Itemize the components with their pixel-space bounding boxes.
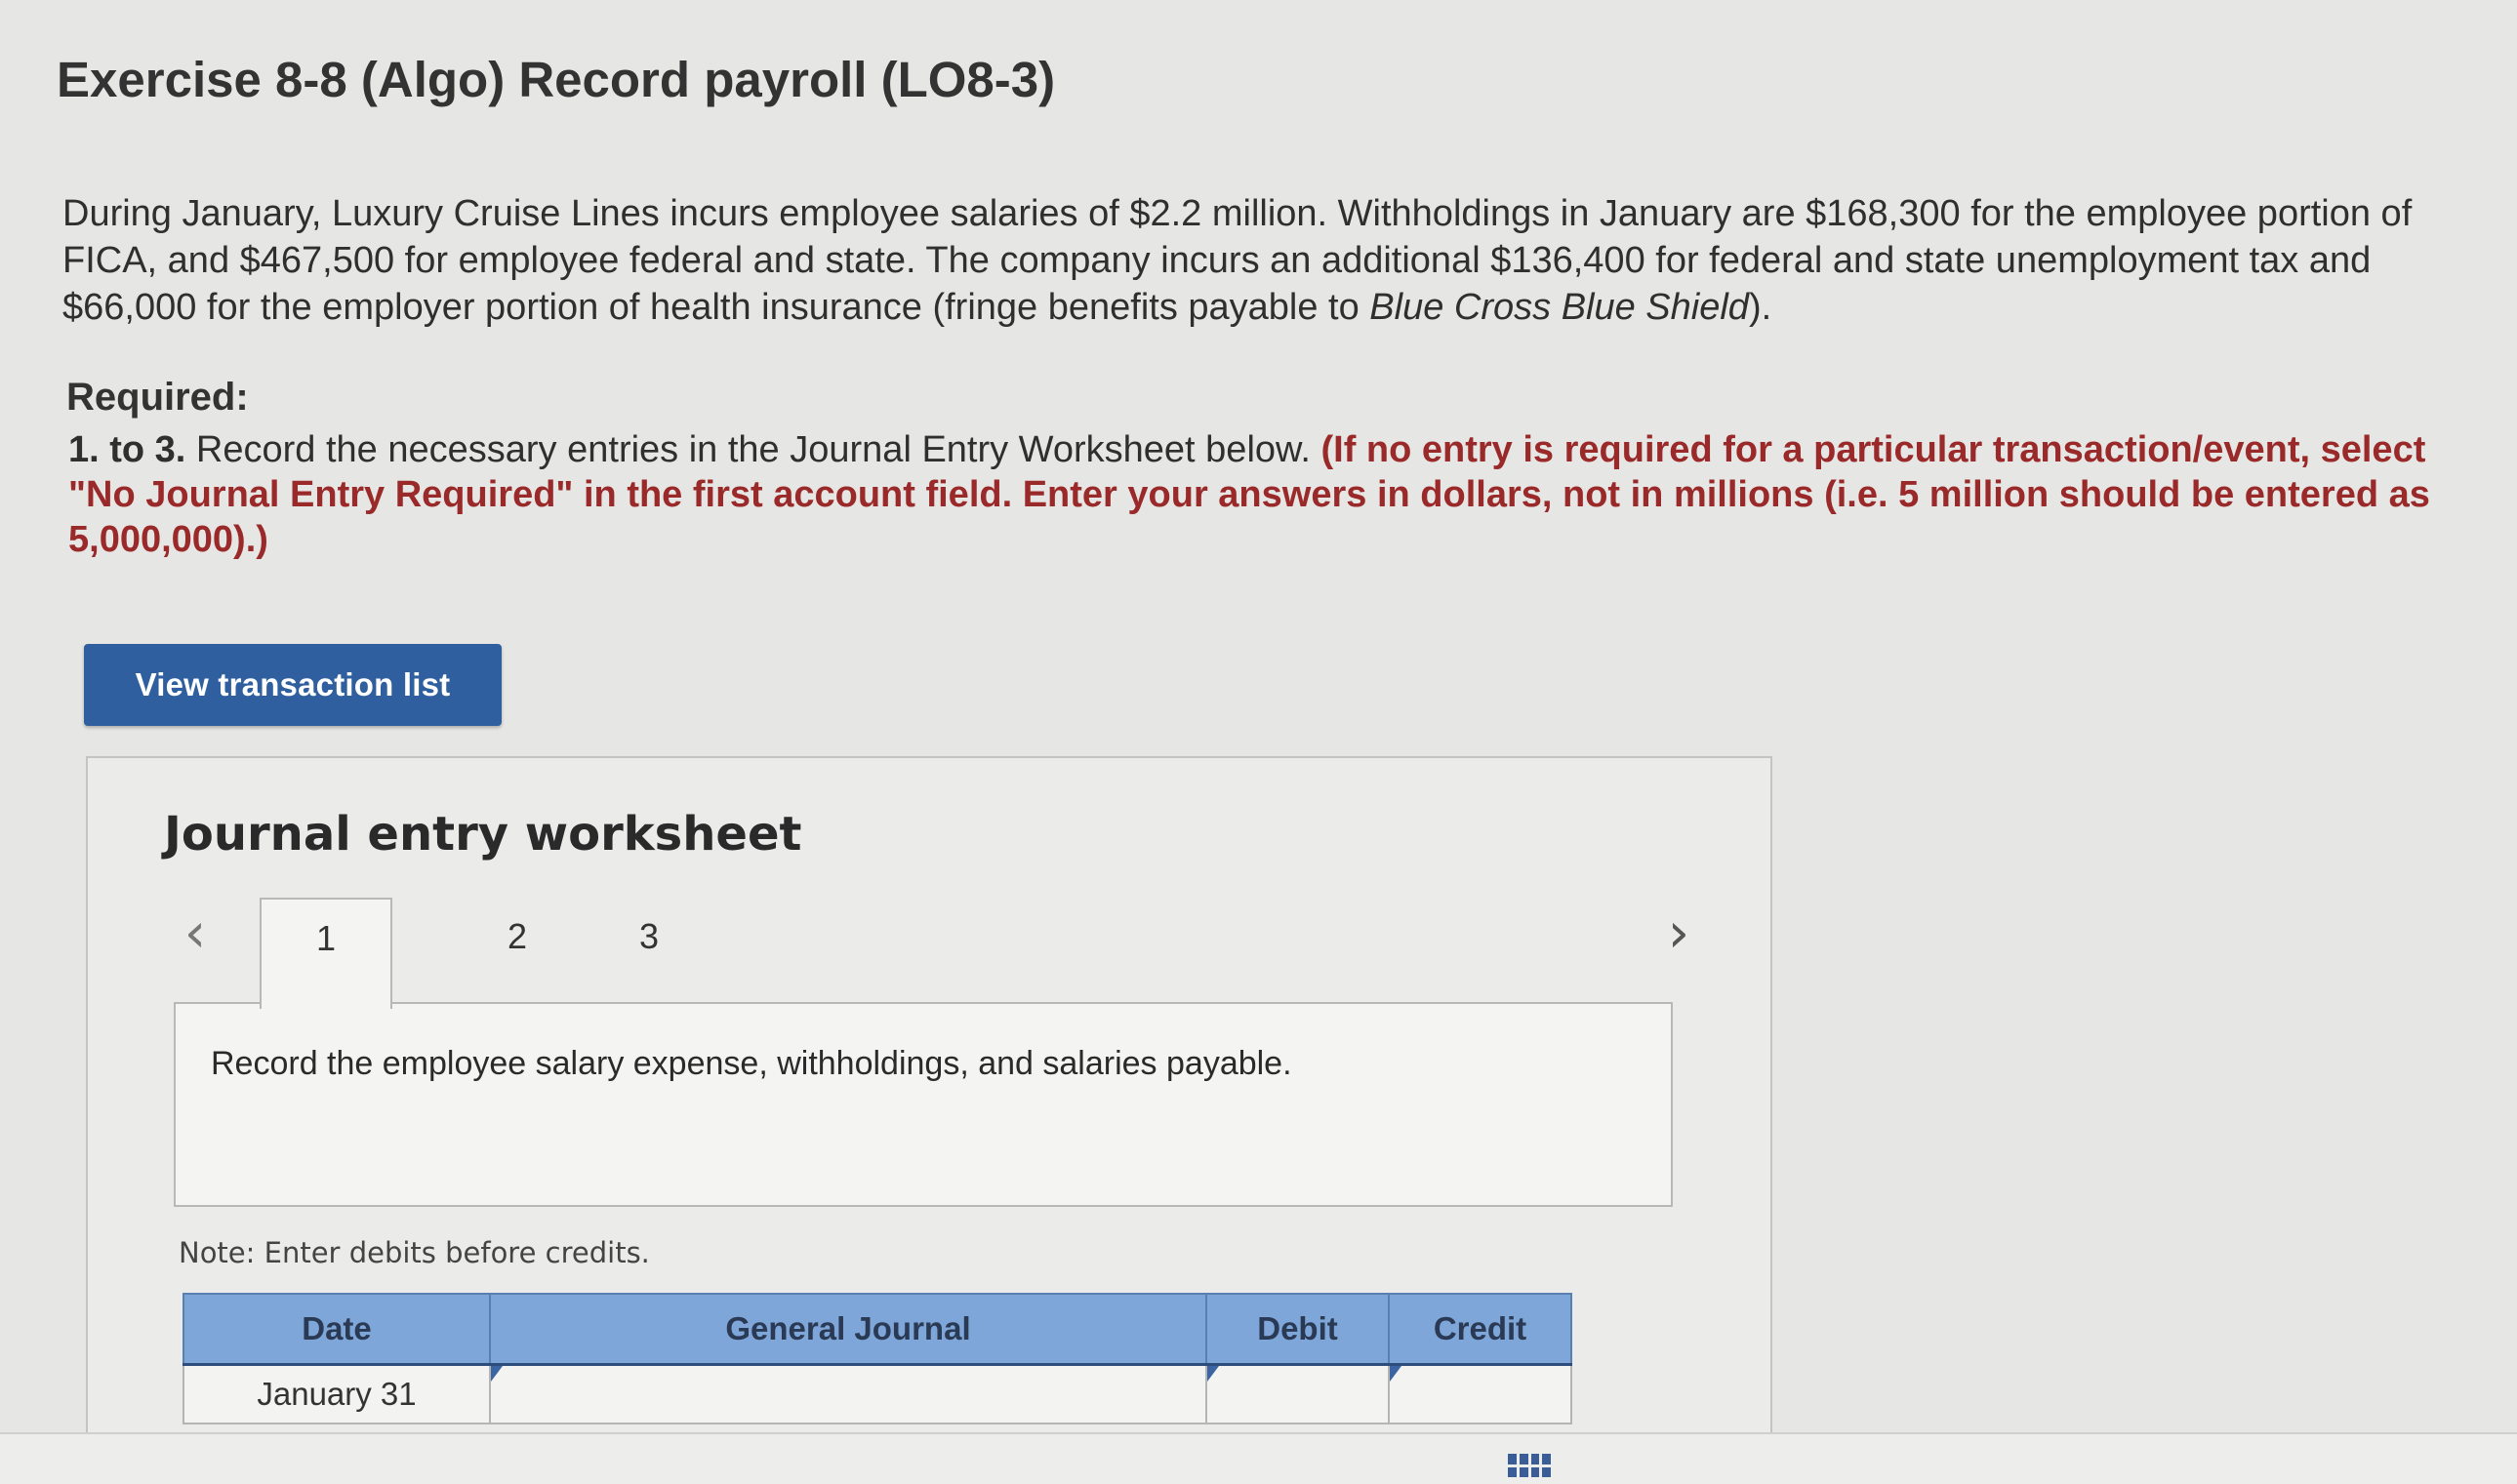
credit-input[interactable]	[1388, 1363, 1572, 1424]
table-row: January 31	[183, 1363, 1572, 1424]
debit-input[interactable]	[1205, 1363, 1390, 1424]
column-header-debit: Debit	[1205, 1293, 1390, 1366]
instruction-text: Record the employee salary expense, with…	[211, 1045, 1292, 1082]
bottom-navigation-bar	[0, 1432, 2517, 1484]
worksheet-title: Journal entry worksheet	[164, 807, 802, 862]
tab-1[interactable]: 1	[260, 898, 392, 1009]
problem-text-main: During January, Luxury Cruise Lines incu…	[62, 193, 2413, 328]
problem-text-end: ).	[1748, 287, 1772, 328]
debits-note: Note: Enter debits before credits.	[179, 1236, 650, 1269]
view-transaction-list-button[interactable]: View transaction list	[84, 644, 502, 726]
company-name: Blue Cross Blue Shield	[1369, 287, 1749, 328]
required-lead: 1. to 3.	[68, 429, 186, 470]
chevron-right-icon[interactable]: ›	[1659, 906, 1698, 961]
page-title: Exercise 8-8 (Algo) Record payroll (LO8-…	[57, 52, 1056, 107]
journal-entry-worksheet: Journal entry worksheet ‹ 1 2 3 › Record…	[86, 756, 1772, 1482]
grid-icon[interactable]	[1508, 1454, 1551, 1477]
journal-table: Date General Journal Debit Credit Januar…	[183, 1293, 1572, 1424]
tab-3[interactable]: 3	[590, 898, 708, 976]
date-cell: January 31	[183, 1363, 491, 1424]
column-header-general-journal: General Journal	[489, 1293, 1207, 1366]
required-text: Record the necessary entries in the Jour…	[185, 429, 1321, 470]
column-header-credit: Credit	[1388, 1293, 1572, 1366]
tab-2[interactable]: 2	[459, 898, 576, 976]
problem-text: During January, Luxury Cruise Lines incu…	[62, 190, 2444, 331]
required-instructions: 1. to 3. Record the necessary entries in…	[68, 427, 2450, 562]
column-header-date: Date	[183, 1293, 491, 1366]
instruction-box: Record the employee salary expense, with…	[174, 1002, 1673, 1207]
account-select[interactable]	[489, 1363, 1207, 1424]
chevron-left-icon[interactable]: ‹	[176, 906, 215, 961]
required-heading: Required:	[66, 376, 249, 419]
